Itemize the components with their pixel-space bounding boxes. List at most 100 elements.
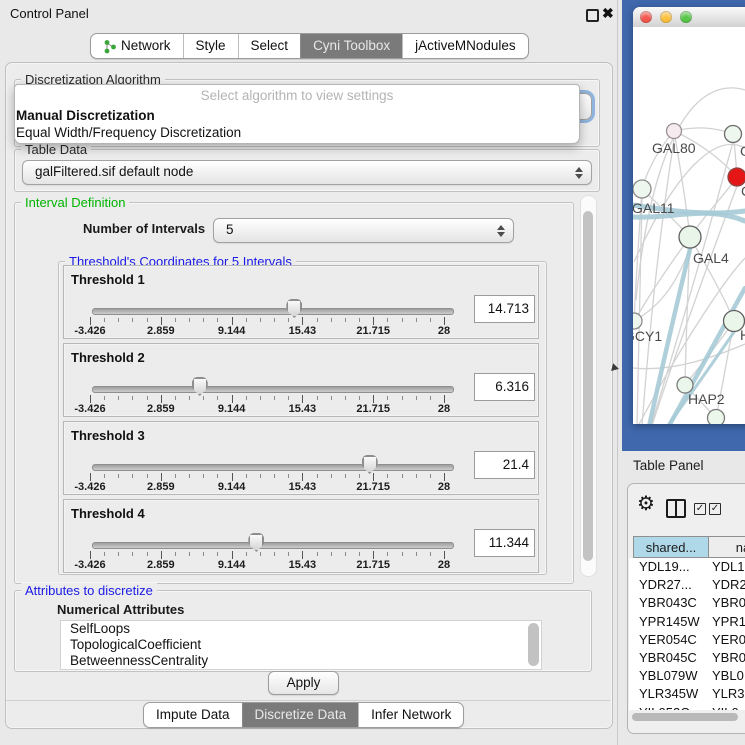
threshold-slider-track[interactable] [92, 386, 454, 393]
attribute-list-item[interactable]: BetweennessCentrality [61, 653, 541, 669]
cell-name: YDL1 [712, 558, 745, 576]
network-node[interactable] [725, 126, 742, 143]
list-scrollbar[interactable] [528, 623, 539, 666]
tick-mark [444, 551, 445, 559]
number-of-intervals-combobox[interactable]: 5 [213, 218, 514, 243]
gear-icon[interactable]: ⚙ [637, 494, 655, 514]
network-node-label: C [741, 183, 745, 199]
tick-mark [217, 318, 218, 322]
threshold-slider-handle[interactable] [286, 299, 302, 318]
network-window-titlebar[interactable] [633, 7, 745, 28]
table-row[interactable]: YLR345WYLR3 [629, 685, 745, 703]
tab-style[interactable]: Style [183, 34, 238, 58]
tab-select[interactable]: Select [238, 34, 301, 58]
tab-cyni-toolbox[interactable]: Cyni Toolbox [300, 34, 402, 58]
tick-mark [274, 552, 275, 556]
tab-infer-network[interactable]: Infer Network [358, 703, 463, 727]
tick-mark [416, 552, 417, 556]
table-hscrollbar-thumb[interactable] [632, 713, 738, 721]
threshold-slider-track[interactable] [92, 464, 454, 471]
close-icon[interactable]: ✖ [602, 5, 614, 22]
tab-impute-data[interactable]: Impute Data [144, 703, 242, 727]
tick-mark [147, 474, 148, 478]
table-row[interactable]: YDR27...YDR2 [629, 576, 745, 594]
zoom-traffic-light-icon[interactable] [680, 11, 692, 23]
attribute-list-item[interactable]: TopologicalCoefficient [61, 637, 541, 653]
tick-mark [175, 396, 176, 400]
tick-mark [260, 318, 261, 322]
network-node[interactable] [633, 180, 651, 198]
tick-mark [430, 474, 431, 478]
apply-button[interactable]: Apply [268, 671, 339, 695]
tick-label: 2.859 [147, 325, 175, 337]
table-row[interactable]: YIL052CYIL0 [629, 704, 745, 711]
table-row[interactable]: YPR145WYPR1 [629, 613, 745, 631]
tick-label: 9.144 [218, 481, 246, 493]
tick-mark [203, 474, 204, 478]
network-node[interactable] [708, 410, 725, 425]
threshold-slider-track[interactable] [92, 542, 454, 549]
threshold-slider-track[interactable] [92, 308, 454, 315]
column-header-name[interactable]: na [708, 536, 745, 558]
cell-shared-name: YPR145W [639, 613, 700, 631]
columns-icon[interactable] [666, 499, 686, 518]
dropdown-option[interactable]: Manual Discretization [15, 107, 579, 124]
threshold-value-field[interactable]: 11.344 [474, 529, 535, 557]
network-node[interactable] [633, 313, 642, 329]
tick-mark [430, 552, 431, 556]
tick-label: -3.426 [74, 481, 105, 493]
tick-mark [302, 551, 303, 559]
tick-mark [118, 318, 119, 322]
tick-mark [161, 551, 162, 559]
close-traffic-light-icon[interactable] [640, 11, 652, 23]
cell-name: YBL0 [712, 667, 744, 685]
network-canvas[interactable]: GAL80GACGAL11GAL4GCY1HHAP2 [633, 27, 745, 424]
tick-mark [132, 474, 133, 478]
tab-network[interactable]: Network [91, 34, 183, 58]
table-row[interactable]: YER054CYER0 [629, 631, 745, 649]
threshold-slider-handle[interactable] [192, 377, 208, 396]
table-data-combobox[interactable]: galFiltered.sif default node [22, 160, 592, 185]
threshold-value-field[interactable]: 6.316 [474, 373, 535, 401]
dropdown-option[interactable]: Equal Width/Frequency Discretization [15, 124, 579, 141]
tick-mark [217, 552, 218, 556]
tick-mark [274, 396, 275, 400]
panel-scrollbar-thumb[interactable] [583, 211, 593, 561]
checkbox-icon[interactable]: ✓ [694, 503, 706, 515]
table-row[interactable]: YBL079WYBL0 [629, 667, 745, 685]
float-window-icon[interactable] [586, 9, 599, 22]
attribute-list-item[interactable]: SelfLoops [61, 621, 541, 637]
threshold-value-field[interactable]: 14.713 [474, 295, 535, 323]
group-title: Table Data [21, 142, 91, 157]
cell-shared-name: YDR27... [639, 576, 692, 594]
tick-mark [317, 474, 318, 478]
threshold-slider-handle[interactable] [248, 533, 264, 552]
tick-mark [118, 396, 119, 400]
minimize-traffic-light-icon[interactable] [660, 11, 672, 23]
network-node[interactable] [679, 226, 701, 248]
threshold-value-field[interactable]: 21.4 [474, 451, 535, 479]
network-node-label: HAP2 [688, 391, 725, 407]
tick-mark [387, 318, 388, 322]
tick-label: 21.715 [356, 403, 390, 415]
network-node[interactable] [667, 124, 682, 139]
number-of-intervals-value: 5 [226, 222, 234, 237]
table-row[interactable]: YBR043CYBR0 [629, 594, 745, 612]
tick-mark [203, 552, 204, 556]
table-panel-title: Table Panel [633, 458, 704, 473]
table-row[interactable]: YBR045CYBR0 [629, 649, 745, 667]
tick-mark [288, 318, 289, 322]
control-panel-window: Control Panel ✖ NetworkStyleSelectCyni T… [0, 0, 618, 745]
tick-mark [132, 318, 133, 322]
column-header-shared-name[interactable]: shared... [633, 536, 709, 558]
numerical-attributes-list[interactable]: SelfLoopsTopologicalCoefficientBetweenne… [60, 620, 542, 670]
tick-label: -3.426 [74, 559, 105, 571]
threshold-slider-handle[interactable] [362, 455, 378, 474]
tab-discretize-data[interactable]: Discretize Data [242, 703, 359, 727]
node-table-body[interactable]: YDL19...YDL1YDR27...YDR2YBR043CYBR0YPR14… [629, 558, 745, 710]
table-row[interactable]: YDL19...YDL1 [629, 558, 745, 576]
cell-shared-name: YLR345W [639, 685, 698, 703]
panel-scrollbar[interactable] [580, 195, 597, 577]
checkbox-icon[interactable]: ✓ [709, 503, 721, 515]
tab-jactivemnodules[interactable]: jActiveMNodules [402, 34, 528, 58]
